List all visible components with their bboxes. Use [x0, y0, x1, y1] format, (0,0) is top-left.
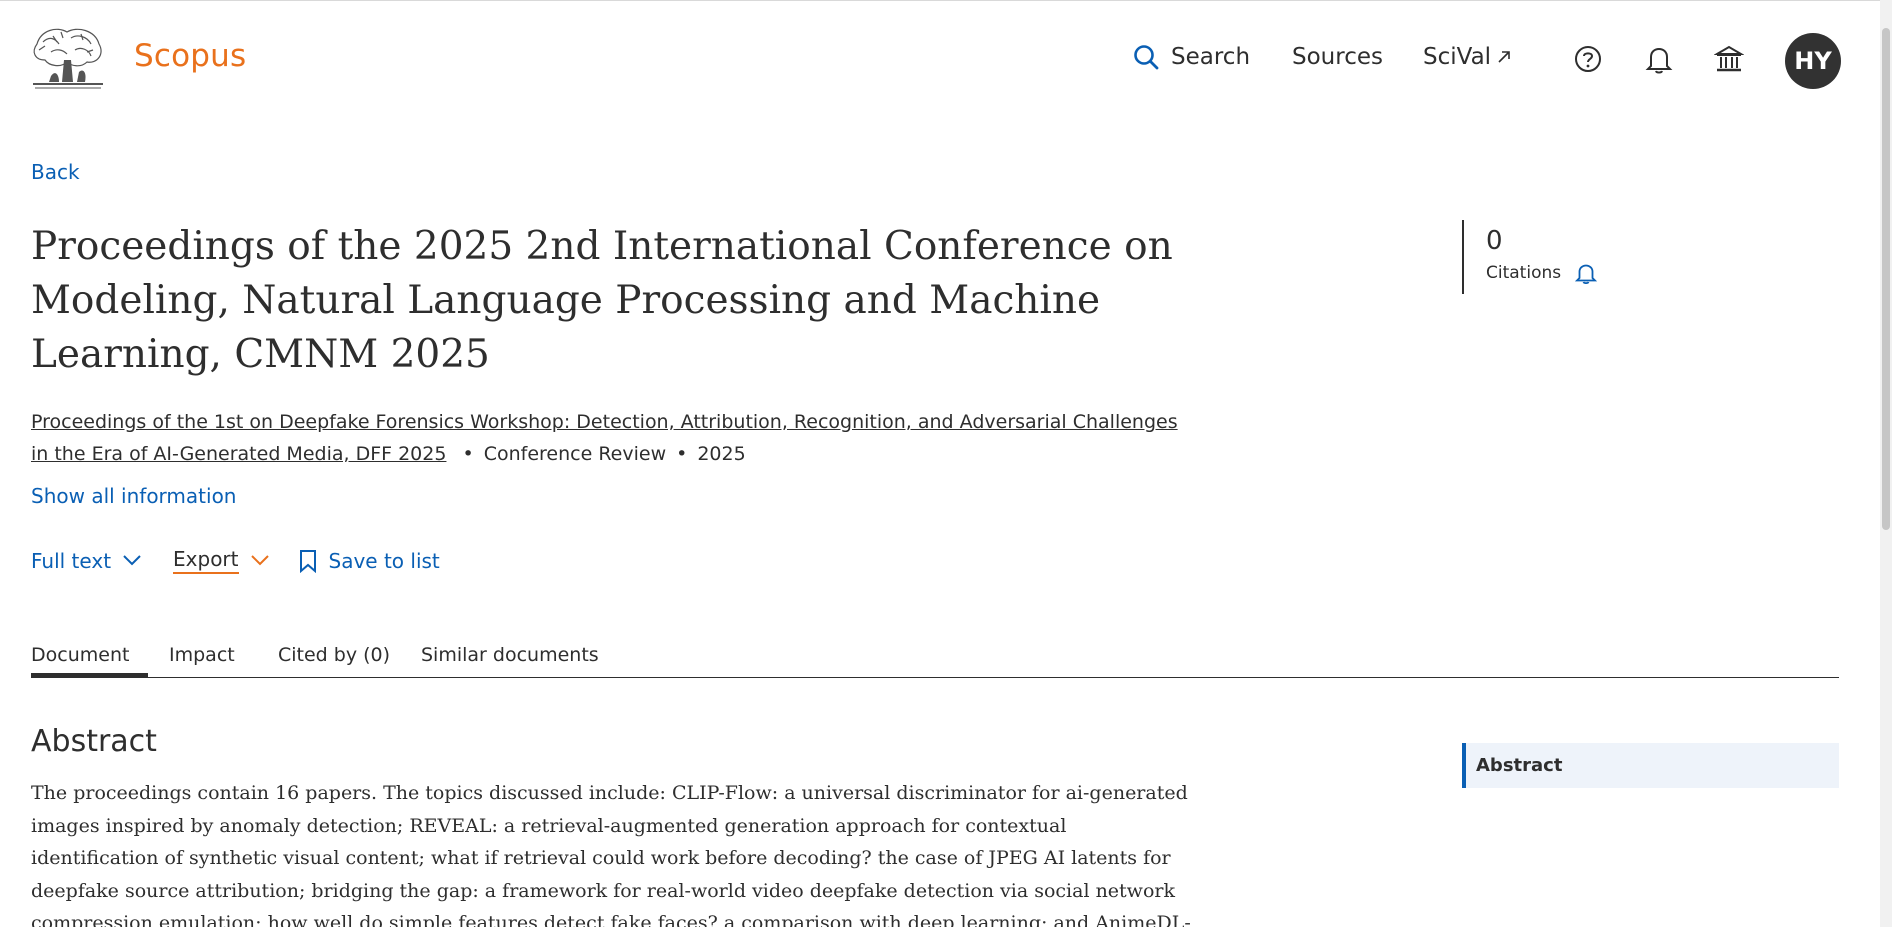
document-year: 2025: [697, 443, 746, 465]
nav-search[interactable]: Search: [1133, 44, 1250, 70]
chevron-down-icon: [250, 555, 269, 566]
citation-alert-bell-icon[interactable]: [1575, 262, 1598, 284]
show-all-information-link[interactable]: Show all information: [31, 484, 236, 508]
institution-icon[interactable]: [1712, 42, 1746, 76]
user-avatar[interactable]: HY: [1785, 33, 1841, 89]
document-tabs: Document Impact Cited by (0) Similar doc…: [31, 640, 1839, 678]
active-tab-indicator: [31, 673, 148, 678]
tab-document[interactable]: Document: [31, 644, 129, 666]
elsevier-logo[interactable]: [31, 24, 105, 92]
tab-cited-by[interactable]: Cited by (0): [278, 644, 390, 666]
scrollbar-thumb[interactable]: [1882, 28, 1890, 530]
document-title: Proceedings of the 2025 2nd Internationa…: [31, 224, 1173, 377]
elsevier-logo-graphic: [33, 28, 103, 89]
document-actions: Full text Export Save to list: [31, 547, 440, 574]
citations-panel: 0 Citations: [1462, 220, 1598, 294]
meta-separator: •: [676, 443, 688, 465]
nav-search-label: Search: [1171, 44, 1251, 70]
save-to-list-label: Save to list: [328, 548, 440, 573]
document-meta: Proceedings of the 1st on Deepfake Foren…: [31, 406, 1181, 470]
document-type: Conference Review: [483, 443, 667, 465]
citation-count: 0: [1486, 226, 1503, 256]
help-icon[interactable]: [1571, 42, 1605, 76]
scopus-brand[interactable]: Scopus: [134, 38, 246, 74]
nav-sources-label: Sources: [1292, 44, 1383, 70]
chevron-down-icon: [123, 555, 141, 566]
header: Scopus Search Sources SciVal HY: [0, 0, 1892, 118]
export-button[interactable]: Export: [173, 547, 269, 574]
toc-abstract-item[interactable]: Abstract: [1462, 743, 1839, 788]
abstract-text: The proceedings contain 16 papers. The t…: [31, 782, 1191, 927]
abstract-heading: Abstract: [31, 724, 157, 759]
bell-icon[interactable]: [1642, 42, 1676, 76]
tab-similar-documents[interactable]: Similar documents: [421, 644, 599, 666]
citations-label-row: Citations: [1486, 262, 1598, 284]
meta-separator: •: [462, 443, 474, 465]
bookmark-icon: [299, 549, 316, 573]
page-scrollbar[interactable]: [1880, 0, 1892, 927]
external-link-icon: [1497, 44, 1511, 70]
search-icon: [1134, 45, 1159, 70]
full-text-label: Full text: [31, 548, 112, 573]
nav-scival-label: SciVal: [1423, 44, 1492, 70]
export-label: Export: [173, 547, 239, 574]
back-link[interactable]: Back: [31, 160, 80, 184]
nav-sources[interactable]: Sources: [1292, 44, 1383, 70]
tab-impact[interactable]: Impact: [169, 644, 235, 666]
full-text-button[interactable]: Full text: [31, 549, 141, 573]
citations-label: Citations: [1486, 263, 1562, 283]
nav-scival[interactable]: SciVal: [1423, 44, 1511, 70]
save-to-list-button[interactable]: Save to list: [299, 549, 440, 573]
